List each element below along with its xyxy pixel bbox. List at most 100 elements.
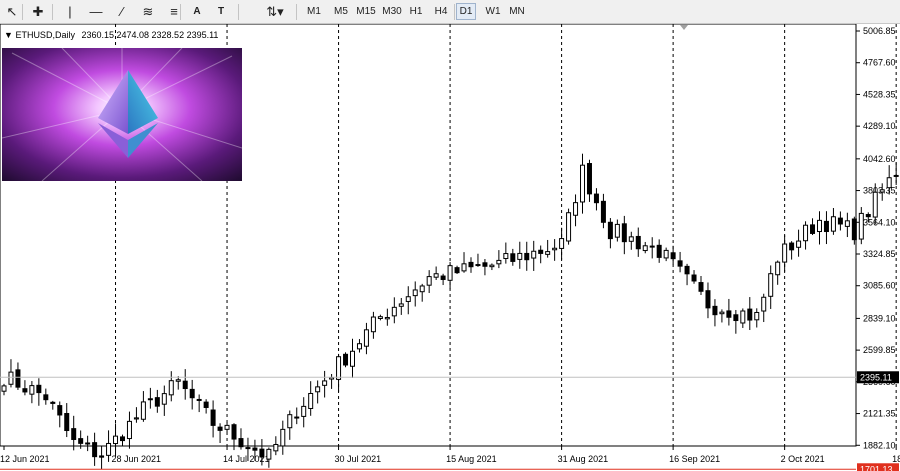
ethereum-logo-image [1,47,243,182]
cursor-icon[interactable]: ↖ [4,3,20,20]
timeframe-w1-button[interactable]: W1 [482,3,504,20]
toolbar-separator [180,4,181,20]
candle-body [531,250,537,259]
candle-body [810,224,816,234]
y-tick-label: 4767.60 [863,58,896,68]
crosshair-icon[interactable]: ✚ [28,3,48,20]
candle-body [224,424,230,430]
trendline-icon[interactable]: ∕ [112,3,132,20]
timeframe-m1-button[interactable]: M1 [303,3,325,20]
candle-body [384,316,390,320]
y-tick-label: 3085.60 [863,281,896,291]
candle-body [356,343,362,350]
candle-body [231,424,237,440]
candle-body [607,221,613,240]
candle-body [566,212,572,242]
current-price-label: 2395.11 [860,372,892,382]
candle-body [113,435,119,445]
text-label-icon[interactable]: T [212,3,230,20]
text-icon[interactable]: A [188,3,206,20]
candle-body [580,164,586,203]
candle-body [391,306,397,317]
chart-shift-marker-icon[interactable] [680,25,688,30]
candle-body [524,252,530,261]
candle-body [315,386,321,393]
candle-body [489,264,495,268]
y-tick-label: 2599.85 [863,345,896,355]
y-tick-label: 3324.85 [863,249,896,259]
candle-body [712,305,718,316]
candle-body [461,263,467,272]
candle-body [670,252,676,260]
candle-body [496,259,502,265]
candle-body [1,385,7,392]
candle-body [161,393,167,405]
candle-body [294,416,300,419]
candle-body [851,218,857,241]
candle-body [217,426,223,431]
timeframe-m5-button[interactable]: M5 [330,3,352,20]
toolbar-separator [296,4,297,20]
arrows-icon[interactable]: ⇅▾ [262,3,288,20]
candle-body [50,401,56,404]
candle-body [259,448,265,458]
candle-body [796,240,802,248]
toolbar-separator [454,4,455,20]
timeframe-m15-button[interactable]: M15 [353,3,379,20]
candle-body [133,417,139,420]
toolbar-separator [238,4,239,20]
timeframe-d1-button[interactable]: D1 [456,3,476,20]
candle-body [343,353,349,366]
vertical-line-icon[interactable]: | [60,3,80,20]
candle-body [782,243,788,263]
candle-body [858,212,864,240]
timeframe-h1-button[interactable]: H1 [406,3,426,20]
timeframe-h4-button[interactable]: H4 [430,3,452,20]
candle-body [8,371,14,385]
x-tick-label: 12 Jun 2021 [0,454,50,464]
candle-body [747,308,753,321]
candle-body [336,356,342,380]
candle-body [398,303,404,307]
candle-body [879,189,885,193]
x-tick-label: 15 Aug 2021 [446,454,497,464]
collapse-arrow-icon[interactable]: ▼ [4,30,13,40]
candle-body [245,447,251,450]
toolbar-separator [22,4,23,20]
x-tick-label: 2 Oct 2021 [781,454,825,464]
equidistant-channel-icon[interactable]: ≋ [138,3,158,20]
candle-body [468,261,474,268]
candle-body [691,274,697,282]
x-tick-label: 28 Jun 2021 [112,454,162,464]
candle-body [552,247,558,251]
level-price-label: 1701.13 [860,464,893,471]
horizontal-line-icon[interactable]: — [86,3,106,20]
x-tick-label: 16 Sep 2021 [669,454,720,464]
candle-body [370,316,376,333]
candle-body [308,392,314,409]
timeframe-m30-button[interactable]: M30 [380,3,404,20]
candle-body [168,380,174,396]
candle-body [196,398,202,401]
candle-body [22,388,28,393]
candle-body [684,265,690,275]
candle-body [175,379,181,382]
candle-body [426,276,432,286]
candle-body [628,236,634,242]
candle-body [266,448,272,460]
candle-body [322,380,328,386]
y-tick-label: 4289.10 [863,121,896,131]
candle-body [92,442,98,458]
fibonacci-icon[interactable]: ≡ [164,3,184,20]
candle-body [78,438,84,444]
candle-body [419,285,425,293]
candle-body [126,420,132,440]
chart-header: ▼ ETHUSD,Daily 2360.15 2474.08 2328.52 2… [4,30,218,40]
candle-body [182,380,188,390]
candle-body [57,405,63,416]
timeframe-mn-button[interactable]: MN [506,3,528,20]
y-tick-label: 5006.85 [863,26,896,36]
candle-body [538,249,544,254]
candle-body [405,296,411,302]
candle-body [677,260,683,267]
